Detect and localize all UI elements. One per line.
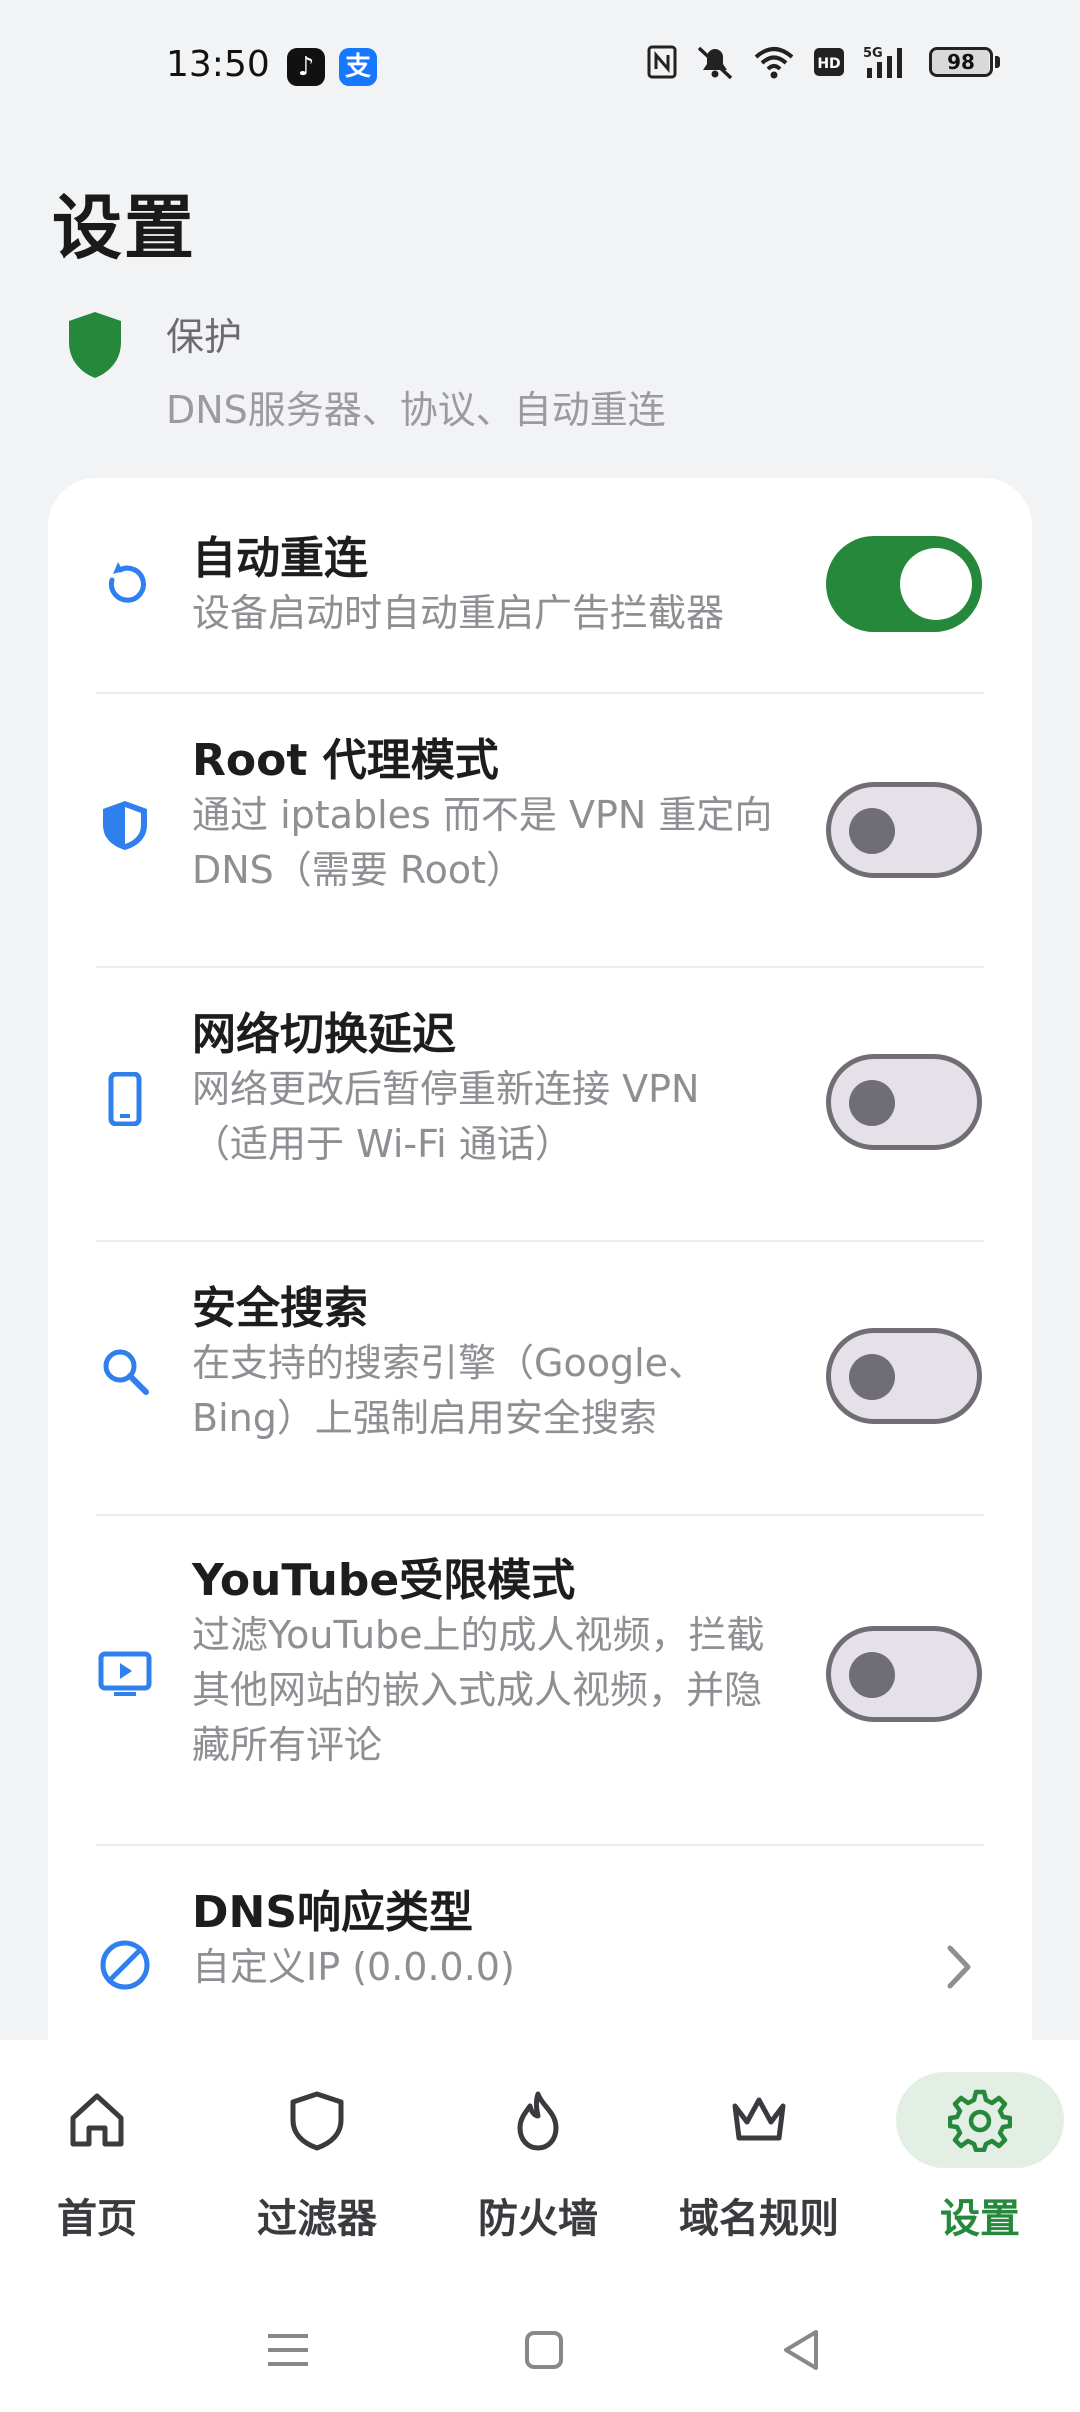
root-proxy-toggle[interactable] bbox=[826, 782, 982, 878]
shield-outline-icon bbox=[290, 2091, 344, 2151]
shield-half-icon bbox=[103, 801, 147, 850]
nav-label: 防火墙 bbox=[478, 2196, 598, 2242]
setting-desc: 在支持的搜索引擎（Google、 bbox=[192, 1341, 707, 1385]
nav-item-home[interactable]: 首页 bbox=[0, 2072, 197, 2244]
page-title: 设置 bbox=[52, 187, 196, 269]
signal-5g-icon: 5G bbox=[863, 46, 902, 78]
flame-icon bbox=[517, 2091, 559, 2151]
wifi-icon bbox=[754, 47, 794, 79]
refresh-icon bbox=[108, 562, 146, 603]
status-time: 13:50 bbox=[166, 44, 270, 85]
phone-icon bbox=[108, 1072, 142, 1126]
settings-screen: 13:50 ♪ 支 HD 5G 98 设置 保护 DNS服务器、协议、自动重连 … bbox=[0, 0, 1080, 2412]
svg-text:HD: HD bbox=[817, 56, 840, 72]
setting-desc: DNS（需要 Root） bbox=[192, 848, 524, 892]
battery-icon: 98 bbox=[929, 47, 1000, 77]
tv-play-icon bbox=[98, 1651, 152, 1696]
setting-title: DNS响应类型 bbox=[192, 1887, 474, 1938]
nav-item-firewall[interactable]: 防火墙 bbox=[438, 2072, 638, 2244]
setting-row-network-delay[interactable]: 网络切换延迟 网络更改后暂停重新连接 VPN （适用于 Wi-Fi 通话） bbox=[48, 968, 1032, 1240]
hd-icon: HD bbox=[814, 48, 844, 76]
shield-icon bbox=[69, 312, 121, 378]
setting-title: 安全搜索 bbox=[192, 1283, 368, 1334]
nav-label: 域名规则 bbox=[679, 2196, 839, 2242]
setting-desc: 自定义IP (0.0.0.0) bbox=[192, 1945, 515, 1989]
setting-row-safe-search[interactable]: 安全搜索 在支持的搜索引擎（Google、 Bing）上强制启用安全搜索 bbox=[48, 1242, 1032, 1514]
setting-desc: 其他网站的嵌入式成人视频，并隐 bbox=[192, 1668, 763, 1712]
setting-desc: （适用于 Wi-Fi 通话） bbox=[192, 1122, 573, 1166]
nav-label: 首页 bbox=[57, 2196, 137, 2242]
nav-item-filters[interactable]: 过滤器 bbox=[217, 2072, 417, 2244]
section-title: 保护 bbox=[166, 315, 243, 359]
home-icon bbox=[70, 2093, 124, 2147]
chevron-right-icon[interactable] bbox=[938, 1942, 978, 1992]
safe-search-toggle[interactable] bbox=[826, 1328, 982, 1424]
network-delay-toggle[interactable] bbox=[826, 1054, 982, 1150]
home-button-icon[interactable] bbox=[514, 2320, 574, 2380]
system-nav-bar bbox=[0, 2320, 1080, 2380]
gear-icon bbox=[948, 2089, 1012, 2152]
setting-title: 自动重连 bbox=[192, 533, 368, 584]
nav-item-settings[interactable]: 设置 bbox=[880, 2072, 1080, 2244]
nfc-icon bbox=[647, 45, 677, 79]
setting-title: YouTube受限模式 bbox=[192, 1555, 576, 1606]
setting-desc: 藏所有评论 bbox=[192, 1723, 383, 1767]
setting-title: 网络切换延迟 bbox=[192, 1009, 456, 1060]
block-icon bbox=[100, 1940, 150, 1990]
menu-icon[interactable] bbox=[258, 2320, 318, 2380]
setting-row-youtube-restricted[interactable]: YouTube受限模式 过滤YouTube上的成人视频，拦截 其他网站的嵌入式成… bbox=[48, 1516, 1032, 1844]
crown-icon bbox=[732, 2097, 786, 2141]
nav-label: 过滤器 bbox=[257, 2196, 377, 2242]
youtube-restricted-toggle[interactable] bbox=[826, 1626, 982, 1722]
tiktok-icon: ♪ bbox=[287, 48, 325, 86]
status-bar: 13:50 ♪ 支 HD 5G 98 bbox=[0, 0, 1080, 140]
setting-desc: 设备启动时自动重启广告拦截器 bbox=[192, 591, 725, 635]
auto-reconnect-toggle[interactable] bbox=[826, 536, 982, 632]
section-subtitle: DNS服务器、协议、自动重连 bbox=[166, 388, 666, 432]
mute-icon bbox=[697, 46, 733, 80]
setting-desc: 过滤YouTube上的成人视频，拦截 bbox=[192, 1613, 765, 1657]
setting-title: Root 代理模式 bbox=[192, 735, 499, 786]
setting-desc: Bing）上强制启用安全搜索 bbox=[192, 1396, 657, 1440]
back-icon[interactable] bbox=[772, 2320, 832, 2380]
setting-row-auto-reconnect[interactable]: 自动重连 设备启动时自动重启广告拦截器 bbox=[48, 478, 1032, 692]
settings-card: 自动重连 设备启动时自动重启广告拦截器 Root 代理模式 通过 iptable… bbox=[48, 478, 1032, 2078]
section-header-protection[interactable]: 保护 DNS服务器、协议、自动重连 bbox=[66, 306, 666, 434]
nav-label: 设置 bbox=[940, 2196, 1020, 2242]
svg-text:5G: 5G bbox=[863, 46, 883, 61]
battery-level: 98 bbox=[947, 50, 975, 74]
setting-desc: 网络更改后暂停重新连接 VPN bbox=[192, 1067, 700, 1111]
setting-row-root-proxy[interactable]: Root 代理模式 通过 iptables 而不是 VPN 重定向 DNS（需要… bbox=[48, 694, 1032, 966]
status-icons: HD 5G 98 bbox=[647, 44, 1000, 80]
nav-item-domain-rules[interactable]: 域名规则 bbox=[659, 2072, 859, 2244]
search-icon bbox=[103, 1349, 149, 1395]
alipay-icon: 支 bbox=[339, 48, 377, 86]
setting-desc: 通过 iptables 而不是 VPN 重定向 bbox=[192, 793, 773, 837]
